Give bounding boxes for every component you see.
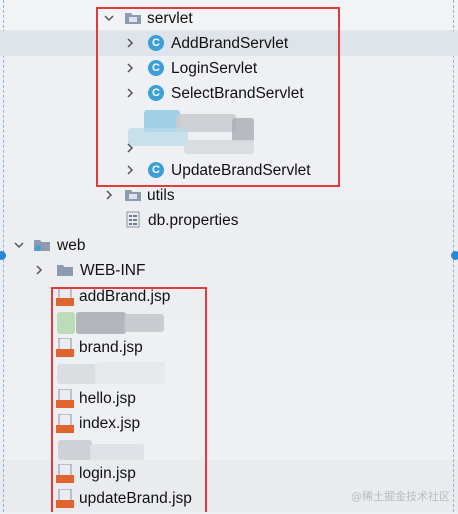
tree-item-label: WEB-INF	[80, 261, 146, 279]
tree-item-jsp[interactable]: brand.jsp	[0, 335, 458, 360]
tree-item-label: UpdateBrandServlet	[171, 161, 311, 179]
tree-item-label: updateBrand.jsp	[79, 489, 192, 507]
tree-item-jsp[interactable]: hello.jsp	[0, 386, 458, 411]
tree-item-label: db.properties	[148, 211, 239, 229]
folder-icon	[124, 11, 142, 25]
tree-item-web-inf[interactable]: WEB-INF	[0, 258, 458, 283]
tree-item-jsp[interactable]: index.jsp	[0, 411, 458, 436]
chevron-right-icon[interactable]	[34, 265, 44, 275]
tree-item-label: web	[57, 236, 86, 254]
class-icon: C	[148, 35, 164, 51]
chevron-right-icon[interactable]	[125, 63, 135, 73]
tree-item-servlet[interactable]: servlet	[0, 6, 458, 31]
chevron-right-icon[interactable]	[125, 38, 135, 48]
tree-item-label: servlet	[147, 9, 193, 27]
properties-file-icon	[126, 211, 142, 229]
tree-item-jsp[interactable]: addBrand.jsp	[0, 284, 458, 309]
tree-item-label: SelectBrandServlet	[171, 84, 304, 102]
redacted-item	[90, 444, 144, 460]
folder-icon	[56, 263, 74, 277]
jsp-file-icon	[56, 463, 74, 484]
tree-item-label: LoginServlet	[171, 59, 258, 77]
redacted-item	[57, 364, 97, 384]
redacted-item	[95, 362, 165, 384]
tree-item-class[interactable]: C UpdateBrandServlet	[0, 158, 458, 183]
tree-item-label: utils	[147, 186, 175, 204]
redacted-item	[128, 128, 188, 146]
tree-item-class[interactable]: C SelectBrandServlet	[0, 81, 458, 106]
chevron-down-icon[interactable]	[104, 13, 114, 23]
tree-item-jsp[interactable]: login.jsp	[0, 461, 458, 486]
chevron-right-icon[interactable]	[125, 165, 135, 175]
redacted-item	[124, 314, 164, 332]
watermark: @稀土掘金技术社区	[351, 490, 450, 503]
tree-item-utils[interactable]: utils	[0, 183, 458, 208]
jsp-file-icon	[56, 388, 74, 409]
tree-item-label: hello.jsp	[79, 389, 136, 407]
web-folder-icon	[33, 238, 51, 252]
chevron-right-icon[interactable]	[104, 190, 114, 200]
redacted-item	[184, 140, 254, 154]
tree-item-label: AddBrandServlet	[171, 34, 289, 52]
class-icon: C	[148, 162, 164, 178]
class-icon: C	[148, 85, 164, 101]
jsp-file-icon	[56, 488, 74, 509]
jsp-file-icon	[56, 337, 74, 358]
redacted-item	[58, 440, 92, 460]
jsp-file-icon	[56, 413, 74, 434]
chevron-down-icon[interactable]	[14, 240, 24, 250]
tree-item-label: index.jsp	[79, 414, 141, 432]
class-icon: C	[148, 60, 164, 76]
tree-item-web[interactable]: web	[0, 233, 458, 258]
tree-item-db-properties[interactable]: db.properties	[0, 208, 458, 233]
redacted-item	[232, 118, 254, 142]
tree-item-class[interactable]: C AddBrandServlet	[0, 31, 458, 56]
tree-item-class[interactable]: C LoginServlet	[0, 56, 458, 81]
chevron-right-icon[interactable]	[125, 143, 135, 153]
redacted-item	[57, 312, 75, 334]
tree-item-label: addBrand.jsp	[79, 287, 171, 305]
tree-item-label: brand.jsp	[79, 338, 143, 356]
redacted-item	[76, 312, 126, 334]
tree-item-label: login.jsp	[79, 464, 136, 482]
jsp-file-icon	[56, 286, 74, 307]
folder-icon	[124, 188, 142, 202]
chevron-right-icon[interactable]	[125, 88, 135, 98]
